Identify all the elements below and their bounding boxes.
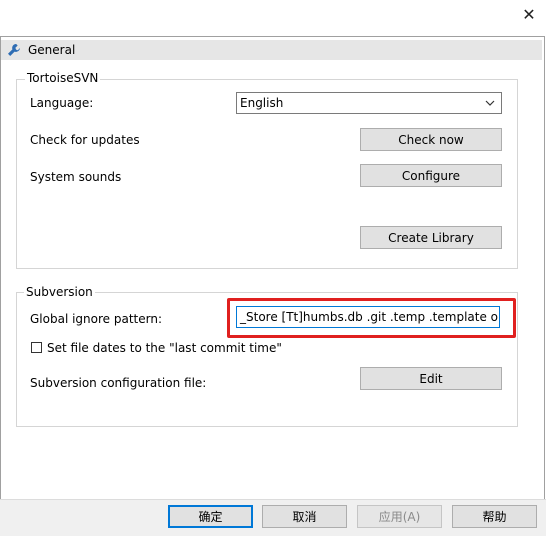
tortoisesvn-group-label: TortoiseSVN <box>25 71 101 85</box>
check-now-button[interactable]: Check now <box>360 128 502 151</box>
subversion-group-label: Subversion <box>24 285 95 299</box>
wrench-icon <box>7 42 23 58</box>
page-title: General <box>28 43 76 57</box>
config-file-label: Subversion configuration file: <box>30 376 207 390</box>
help-button[interactable]: 帮助 <box>452 505 537 528</box>
ok-button[interactable]: 确定 <box>168 505 253 528</box>
set-file-dates-checkbox[interactable] <box>31 342 42 353</box>
page-header: General <box>1 40 542 60</box>
chevron-down-icon <box>485 97 497 109</box>
edit-button[interactable]: Edit <box>360 367 502 390</box>
language-value: English <box>240 96 284 110</box>
system-sounds-label: System sounds <box>30 170 122 184</box>
create-library-button[interactable]: Create Library <box>360 226 502 249</box>
language-select[interactable]: English <box>236 92 502 114</box>
apply-button[interactable]: 应用(A) <box>357 505 442 528</box>
language-label: Language: <box>30 96 94 110</box>
set-file-dates-label[interactable]: Set file dates to the "last commit time" <box>47 341 282 355</box>
configure-button[interactable]: Configure <box>360 164 502 187</box>
close-button[interactable]: ✕ <box>516 3 542 25</box>
ignore-pattern-label: Global ignore pattern: <box>30 312 162 326</box>
ignore-pattern-input[interactable]: _Store [Tt]humbs.db .git .temp .template… <box>236 306 500 328</box>
check-updates-label: Check for updates <box>30 133 140 147</box>
cancel-button[interactable]: 取消 <box>262 505 347 528</box>
close-icon: ✕ <box>522 4 536 24</box>
